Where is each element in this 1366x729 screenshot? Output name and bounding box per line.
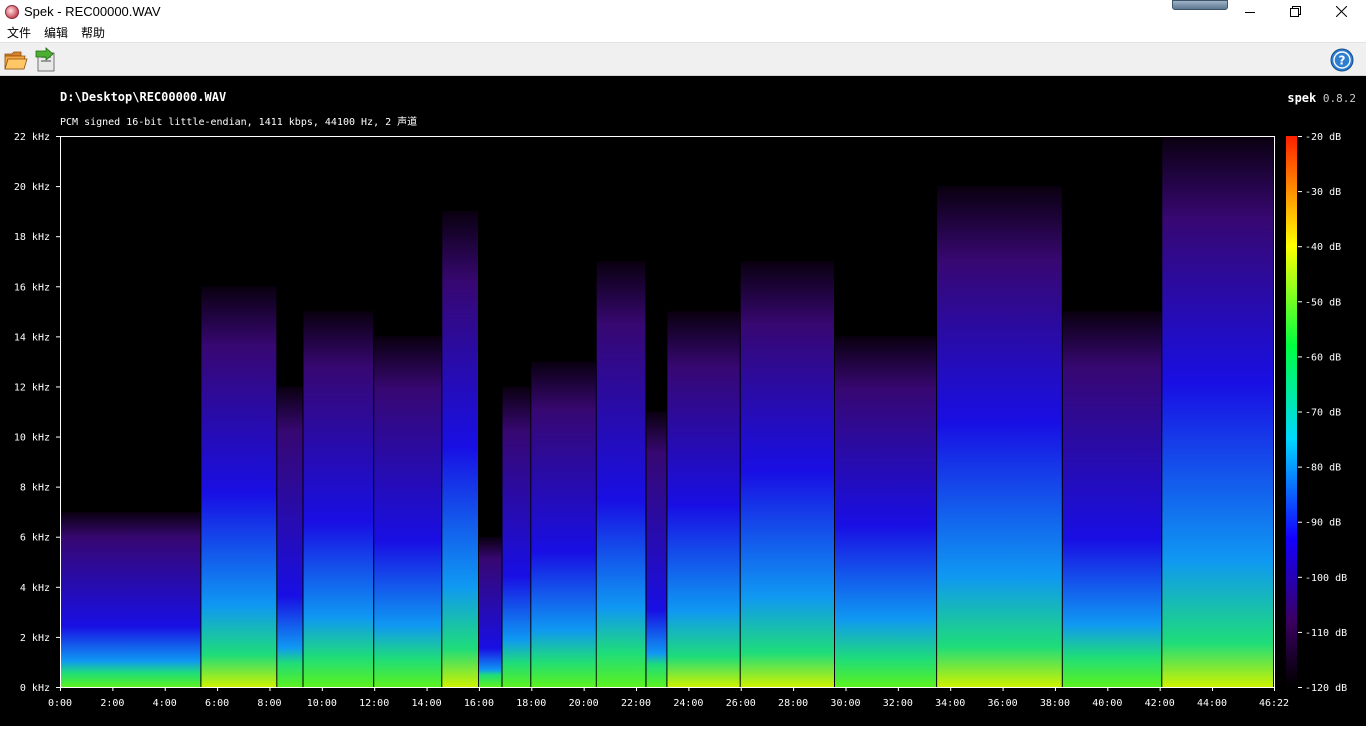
y-tick-label: 2 kHz	[20, 633, 50, 644]
y-tick-label: 16 kHz	[14, 282, 50, 293]
spectrogram-segment	[531, 361, 596, 687]
db-tick-label: -100 dB	[1305, 573, 1347, 584]
x-tick-label: 30:00	[830, 698, 860, 709]
spectrogram-segment	[60, 511, 201, 687]
spectrogram-segment	[303, 311, 374, 687]
y-tick-label: 12 kHz	[14, 382, 50, 393]
y-tick-label: 10 kHz	[14, 433, 50, 444]
maximize-button[interactable]	[1272, 0, 1318, 23]
x-tick-label: 4:00	[153, 698, 177, 709]
spectrogram-segment	[478, 536, 502, 687]
spek-app-icon	[5, 4, 19, 19]
spectrogram-segment	[646, 411, 667, 687]
spectrogram-panel: D:\Desktop\REC00000.WAV PCM signed 16-bi…	[0, 76, 1366, 729]
x-tick-label: 18:00	[516, 698, 546, 709]
spectrogram-segment	[201, 286, 277, 687]
x-tick-label: 16:00	[464, 698, 494, 709]
folder-open-icon	[4, 51, 28, 70]
db-tick-label: -40 dB	[1305, 242, 1341, 253]
db-tick-label: -80 dB	[1305, 463, 1341, 474]
x-tick-label: 6:00	[205, 698, 229, 709]
db-tick-label: -30 dB	[1305, 187, 1341, 198]
menu-file[interactable]: 文件	[0, 23, 37, 43]
spectrogram-segment	[374, 336, 442, 687]
frequency-axis: 0 kHz 2 kHz 4 kHz 6 kHz 8 kHz 10 kHz 12 kHz 14 …	[14, 132, 60, 694]
spectrogram-segment	[1162, 136, 1274, 687]
spectrogram-segment	[1062, 311, 1162, 687]
spectrogram-segment	[596, 261, 646, 687]
y-tick-label: 14 kHz	[14, 332, 50, 343]
y-tick-label: 18 kHz	[14, 232, 50, 243]
y-tick-label: 8 kHz	[20, 483, 50, 494]
y-tick-label: 0 kHz	[20, 683, 50, 694]
spectrogram-chart: 0 kHz 2 kHz 4 kHz 6 kHz 8 kHz 10 kHz 12 kHz 14 …	[14, 132, 1347, 709]
close-button[interactable]	[1318, 0, 1364, 23]
x-tick-label: 2:00	[100, 698, 124, 709]
spectrogram-segment	[835, 336, 937, 687]
menu-edit[interactable]: 编辑	[37, 23, 74, 43]
spectrogram-segment	[502, 386, 531, 687]
db-tick-label: -90 dB	[1305, 518, 1341, 529]
save-button[interactable]	[33, 47, 59, 73]
db-tick-label: -110 dB	[1305, 628, 1347, 639]
x-tick-label: 44:00	[1197, 698, 1227, 709]
db-colorbar	[1286, 136, 1297, 687]
minimize-button[interactable]	[1227, 0, 1273, 23]
save-export-icon	[35, 47, 55, 72]
menu-help[interactable]: 帮助	[74, 23, 111, 43]
x-tick-label: 28:00	[778, 698, 808, 709]
window-title: Spek - REC00000.WAV	[24, 4, 161, 19]
help-button[interactable]: ?	[1329, 47, 1355, 73]
spectrogram-segment	[667, 311, 740, 687]
x-tick-label: 0:00	[48, 698, 72, 709]
x-tick-label: 8:00	[257, 698, 281, 709]
db-axis: -20 dB -30 dB -40 dB -50 dB -60 dB -70 dB -80 …	[1298, 132, 1347, 694]
db-tick-label: -70 dB	[1305, 408, 1341, 419]
spectrogram-segment	[277, 386, 303, 687]
y-tick-label: 6 kHz	[20, 533, 50, 544]
x-tick-label: 42:00	[1145, 698, 1175, 709]
y-tick-label: 22 kHz	[14, 132, 50, 143]
minimize-icon	[1245, 11, 1255, 13]
x-tick-label: 10:00	[307, 698, 337, 709]
restore-icon	[1289, 6, 1301, 17]
spectrogram-segment	[442, 211, 478, 687]
x-tick-label: 22:00	[621, 698, 651, 709]
x-tick-label: 40:00	[1092, 698, 1122, 709]
x-tick-label: 36:00	[988, 698, 1018, 709]
help-icon: ?	[1330, 48, 1354, 72]
db-tick-label: -60 dB	[1305, 352, 1341, 363]
x-tick-label: 32:00	[883, 698, 913, 709]
title-bar: Spek - REC00000.WAV	[0, 0, 1366, 23]
spectrogram-segment	[937, 186, 1062, 687]
time-axis: 0:00 2:00 4:00 6:00 8:00 10:00 12:00 14:00 16:00…	[48, 687, 1289, 709]
y-tick-label: 20 kHz	[14, 182, 50, 193]
spectrogram-segment	[740, 261, 834, 687]
menu-bar: 文件 编辑 帮助	[0, 23, 1366, 43]
x-tick-label: 14:00	[412, 698, 442, 709]
open-file-button[interactable]	[3, 47, 29, 73]
y-tick-label: 4 kHz	[20, 583, 50, 594]
db-tick-label: -50 dB	[1305, 297, 1341, 308]
title-bar-thumbnail	[1172, 0, 1228, 10]
x-tick-label: 26:00	[726, 698, 756, 709]
x-tick-label: 20:00	[569, 698, 599, 709]
x-tick-label: 12:00	[359, 698, 389, 709]
x-tick-label: 46:22	[1259, 698, 1289, 709]
svg-text:?: ?	[1339, 54, 1346, 68]
x-tick-label: 34:00	[935, 698, 965, 709]
toolbar: ?	[0, 43, 1366, 76]
x-tick-label: 38:00	[1040, 698, 1070, 709]
x-tick-label: 24:00	[673, 698, 703, 709]
close-icon	[1335, 6, 1347, 17]
db-tick-label: -20 dB	[1305, 132, 1341, 143]
db-tick-label: -120 dB	[1305, 683, 1347, 694]
